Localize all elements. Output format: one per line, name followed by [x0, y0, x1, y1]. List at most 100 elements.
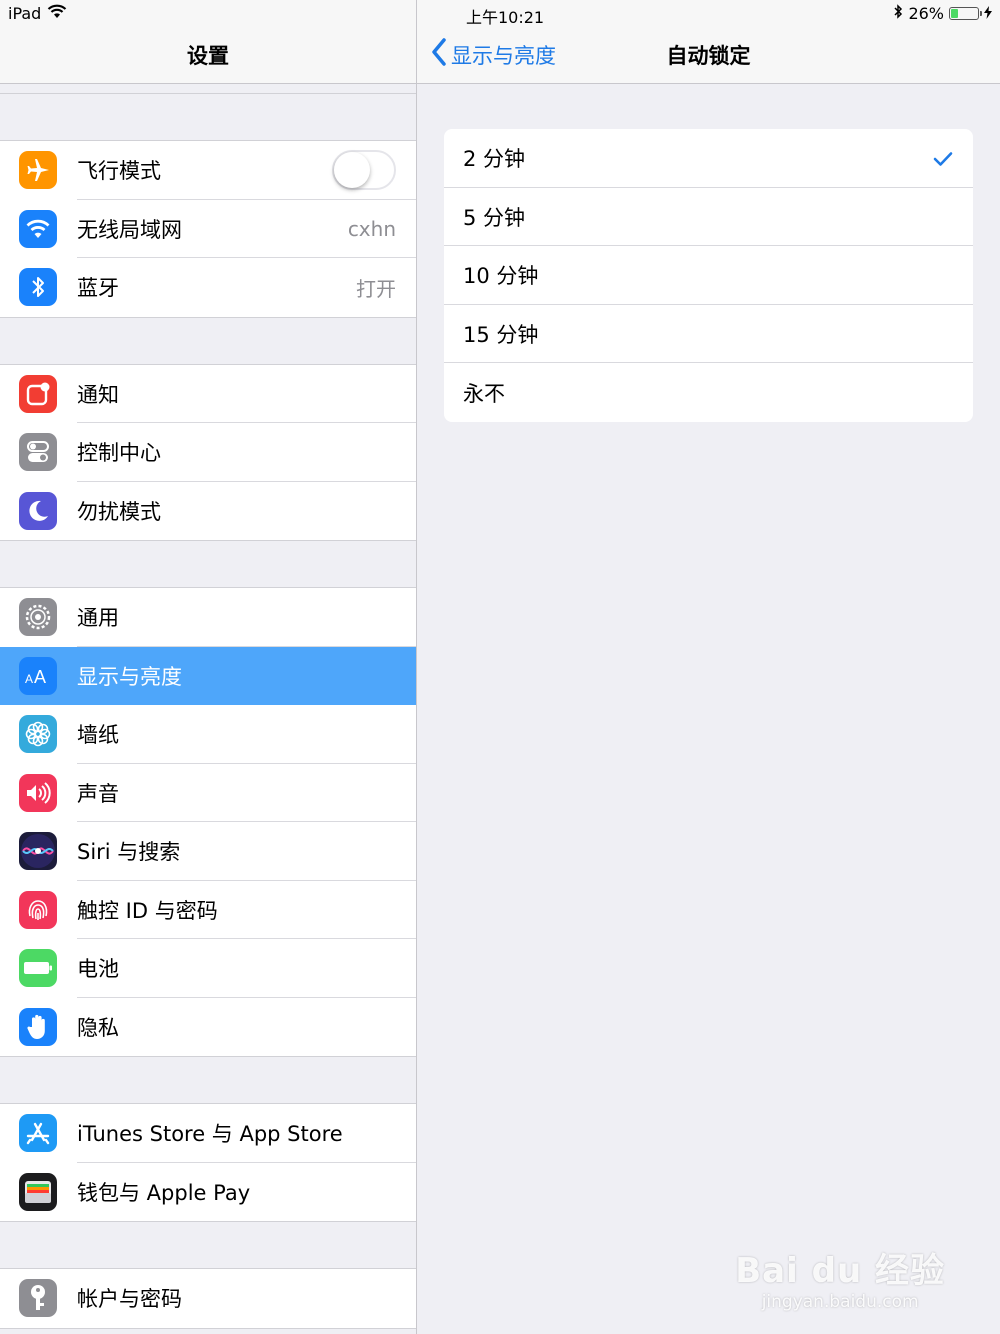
- display-brightness-icon: AA: [19, 656, 57, 695]
- settings-row-label: 控制中心: [77, 441, 161, 466]
- charging-bolt-icon: [984, 4, 992, 23]
- detail-pane: 显示与亮度 自动锁定 2 分钟 5 分钟 10 分钟 15 分钟 永不: [417, 0, 1000, 1334]
- speaker-icon: [19, 773, 57, 812]
- settings-row[interactable]: 电池: [0, 939, 416, 998]
- watermark-logo: Bai du 经验: [735, 1251, 945, 1291]
- svg-text:A: A: [25, 672, 33, 686]
- settings-row[interactable]: 墙纸: [0, 705, 416, 764]
- master-title: 设置: [187, 44, 229, 68]
- settings-group: iTunes Store 与 App Store 钱包与 Apple Pay: [0, 1103, 416, 1222]
- wallpaper-flower-icon: [19, 715, 57, 754]
- settings-row-label: 电池: [77, 957, 119, 982]
- settings-row-label: 通用: [77, 606, 119, 631]
- settings-row[interactable]: Siri 与搜索: [0, 822, 416, 881]
- settings-row[interactable]: 控制中心: [0, 423, 416, 482]
- auto-lock-option[interactable]: 10 分钟: [444, 246, 973, 305]
- status-right: 26%: [893, 4, 992, 23]
- settings-row[interactable]: 勿扰模式: [0, 481, 416, 540]
- detail-title: 自动锁定: [666, 44, 751, 68]
- gear-icon: [19, 598, 57, 637]
- status-left: iPad: [8, 4, 67, 23]
- settings-groups: 飞行模式无线局域网 cxhn 蓝牙 打开通知控制中心勿扰模式通用 A A 显示与亮度墙纸声音…: [0, 140, 416, 1334]
- wallet-icon: [19, 1172, 57, 1211]
- settings-row[interactable]: 蓝牙 打开: [0, 258, 416, 317]
- auto-lock-option[interactable]: 5 分钟: [444, 188, 973, 247]
- settings-row-label: 隐私: [77, 1015, 119, 1040]
- settings-row-label: 飞行模式: [77, 159, 161, 184]
- baidu-watermark: Bai du 经验 jingyan.baidu.com: [735, 1243, 945, 1312]
- airplane-icon: [19, 151, 57, 190]
- settings-row-label: 触控 ID 与密码: [77, 898, 218, 923]
- settings-row-label: Siri 与搜索: [77, 840, 181, 865]
- auto-lock-option-label: 2 分钟: [463, 147, 526, 172]
- auto-lock-option-label: 15 分钟: [463, 323, 539, 348]
- control-center-icon: [19, 433, 57, 472]
- status-bar: iPad 上午10:21 26%: [0, 0, 1000, 28]
- settings-row[interactable]: 无线局域网 cxhn: [0, 199, 416, 258]
- bluetooth-icon: [19, 268, 57, 307]
- settings-row-label: 帐户与密码: [77, 1287, 182, 1312]
- wifi-icon: [19, 209, 57, 248]
- siri-icon: [19, 832, 57, 871]
- settings-row[interactable]: A A 显示与亮度: [0, 646, 416, 705]
- airplane-mode-toggle[interactable]: [332, 150, 396, 191]
- search-area-spacer: [0, 84, 416, 94]
- settings-row[interactable]: iTunes Store 与 App Store: [0, 1104, 416, 1163]
- checkmark-icon: [933, 148, 953, 172]
- watermark-url: jingyan.baidu.com: [761, 1292, 919, 1312]
- settings-row[interactable]: 隐私: [0, 997, 416, 1056]
- settings-row-label: 声音: [77, 781, 119, 806]
- auto-lock-option-label: 5 分钟: [463, 205, 526, 230]
- app-store-icon: [19, 1114, 57, 1153]
- settings-row[interactable]: 声音: [0, 763, 416, 822]
- auto-lock-option-label: 10 分钟: [463, 264, 539, 289]
- settings-row-label: 无线局域网: [77, 217, 182, 242]
- auto-lock-option[interactable]: 15 分钟: [444, 305, 973, 364]
- settings-row-label: 通知: [77, 382, 119, 407]
- auto-lock-options: 2 分钟 5 分钟 10 分钟 15 分钟永不: [444, 129, 973, 422]
- fingerprint-icon: [19, 890, 57, 929]
- settings-group: 通用 A A 显示与亮度墙纸声音 Siri 与搜索触控 ID 与密码 电池隐私: [0, 587, 416, 1057]
- battery-level-fill: [951, 9, 958, 18]
- battery-percent: 26%: [908, 4, 944, 23]
- auto-lock-option[interactable]: 永不: [444, 363, 973, 422]
- settings-row-label: 钱包与 Apple Pay: [77, 1180, 251, 1205]
- moon-icon: [19, 491, 57, 530]
- settings-row-label: iTunes Store 与 App Store: [77, 1122, 343, 1147]
- settings-row-label: 显示与亮度: [77, 664, 182, 689]
- settings-row[interactable]: 通用: [0, 588, 416, 647]
- hand-icon: [19, 1007, 57, 1046]
- settings-row-label: 墙纸: [77, 723, 119, 748]
- settings-row-label: 勿扰模式: [77, 499, 161, 524]
- settings-row-value: cxhn: [347, 216, 396, 241]
- auto-lock-option-label: 永不: [463, 381, 505, 406]
- settings-row[interactable]: 钱包与 Apple Pay: [0, 1162, 416, 1221]
- settings-group: 通知控制中心勿扰模式: [0, 363, 416, 541]
- settings-row[interactable]: 通知: [0, 364, 416, 423]
- status-time: 上午10:21: [466, 8, 545, 27]
- battery-status-icon: [949, 7, 982, 20]
- key-icon: [19, 1279, 57, 1318]
- notifications-icon: [19, 374, 57, 413]
- device-name: iPad: [8, 4, 42, 23]
- settings-master-pane: 设置 飞行模式无线局域网 cxhn 蓝牙 打开通知控制中心勿扰模式通用 A A 显示与亮度墙…: [0, 0, 416, 1334]
- settings-row[interactable]: 触控 ID 与密码: [0, 880, 416, 939]
- settings-row-label: 蓝牙: [77, 276, 119, 301]
- settings-row[interactable]: 帐户与密码: [0, 1269, 416, 1328]
- auto-lock-option[interactable]: 2 分钟: [444, 129, 973, 188]
- settings-group: 飞行模式无线局域网 cxhn 蓝牙 打开: [0, 140, 416, 318]
- settings-row-value: 打开: [356, 276, 396, 301]
- svg-text:A: A: [34, 667, 46, 686]
- settings-group: 帐户与密码: [0, 1268, 416, 1329]
- bluetooth-status-icon: [893, 4, 903, 23]
- battery-icon: [19, 949, 57, 988]
- toggle-knob: [334, 152, 370, 189]
- settings-row[interactable]: 飞行模式: [0, 141, 416, 200]
- wifi-status-icon: [47, 4, 67, 23]
